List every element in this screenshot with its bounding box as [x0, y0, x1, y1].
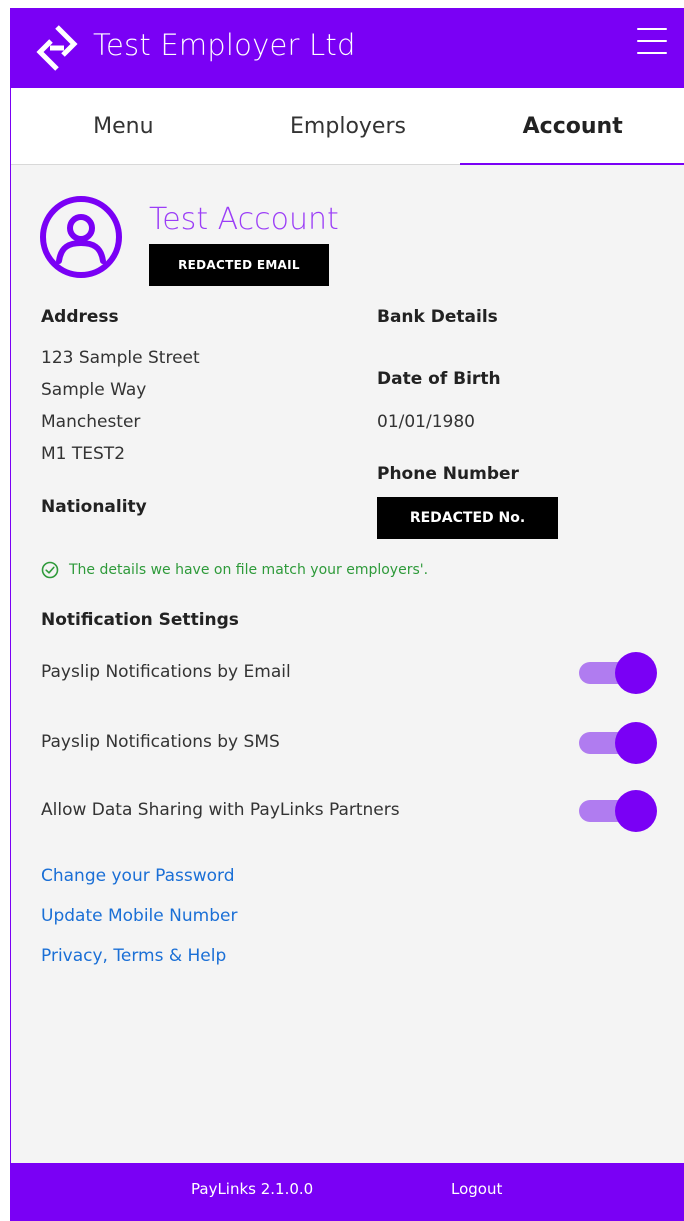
- tab-bar: Menu Employers Account: [11, 88, 684, 165]
- toggle-row-data-sharing: Allow Data Sharing with PayLinks Partner…: [41, 788, 657, 832]
- version-label: PayLinks 2.1.0.0: [191, 1180, 314, 1198]
- toggle-row-email: Payslip Notifications by Email: [41, 650, 657, 694]
- address-line-4: M1 TEST2: [41, 444, 126, 464]
- phone-redacted: REDACTED No.: [377, 497, 558, 539]
- check-circle-icon: [41, 561, 59, 579]
- account-name: Test Account: [149, 202, 339, 237]
- dob-value: 01/01/1980: [377, 412, 475, 432]
- user-circle-icon: [40, 196, 122, 278]
- notification-settings-title: Notification Settings: [41, 610, 239, 630]
- top-bar: Test Employer Ltd: [11, 8, 684, 88]
- hamburger-icon[interactable]: [637, 28, 667, 54]
- dob-label: Date of Birth: [377, 369, 501, 389]
- change-password-link[interactable]: Change your Password: [41, 866, 235, 886]
- address-label: Address: [41, 307, 119, 327]
- toggle-label-sms: Payslip Notifications by SMS: [41, 732, 280, 752]
- address-line-2: Sample Way: [41, 380, 147, 400]
- toggle-row-sms: Payslip Notifications by SMS: [41, 720, 657, 764]
- toggle-label-email: Payslip Notifications by Email: [41, 662, 291, 682]
- email-redacted: REDACTED EMAIL: [149, 244, 329, 286]
- app-frame: Test Employer Ltd Menu Employers Account…: [10, 8, 684, 1221]
- address-line-1: 123 Sample Street: [41, 348, 200, 368]
- phone-label: Phone Number: [377, 464, 519, 484]
- tab-account[interactable]: Account: [460, 88, 684, 165]
- data-sharing-toggle[interactable]: [579, 790, 657, 832]
- update-mobile-link[interactable]: Update Mobile Number: [41, 906, 237, 926]
- match-message: The details we have on file match your e…: [69, 562, 429, 578]
- footer-bar: PayLinks 2.1.0.0 Logout: [11, 1163, 684, 1221]
- tab-employers[interactable]: Employers: [236, 88, 461, 164]
- employer-title: Test Employer Ltd: [93, 28, 356, 62]
- toggle-label-data-sharing: Allow Data Sharing with PayLinks Partner…: [41, 800, 400, 820]
- privacy-terms-help-link[interactable]: Privacy, Terms & Help: [41, 946, 226, 966]
- logout-button[interactable]: Logout: [451, 1180, 502, 1198]
- email-notification-toggle[interactable]: [579, 652, 657, 694]
- tab-menu[interactable]: Menu: [11, 88, 236, 164]
- nationality-label: Nationality: [41, 497, 147, 517]
- diamond-logo-icon: [36, 25, 78, 71]
- address-line-3: Manchester: [41, 412, 141, 432]
- bank-details-label: Bank Details: [377, 307, 498, 327]
- match-status: The details we have on file match your e…: [41, 561, 428, 579]
- sms-notification-toggle[interactable]: [579, 722, 657, 764]
